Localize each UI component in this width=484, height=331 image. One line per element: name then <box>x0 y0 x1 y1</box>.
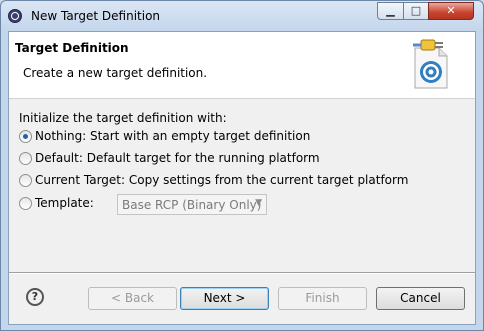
maximize-button[interactable]: □ <box>403 2 429 20</box>
back-button[interactable]: < Back <box>88 287 177 310</box>
button-bar-separator <box>9 272 475 274</box>
title-bar[interactable]: New Target Definition ▁ □ ✕ <box>1 1 483 31</box>
dialog-window: New Target Definition ▁ □ ✕ Target Defin… <box>0 0 484 331</box>
init-group-label: Initialize the target definition with: <box>19 111 227 125</box>
template-combo-value: Base RCP (Binary Only) <box>122 198 262 212</box>
radio-label[interactable]: Template: <box>35 196 94 210</box>
chevron-down-icon[interactable]: ▼ <box>255 198 262 208</box>
radio-label[interactable]: Default: Default target for the running … <box>35 151 320 165</box>
page-description: Create a new target definition. <box>23 66 208 80</box>
eclipse-app-icon <box>8 9 22 23</box>
radio-label[interactable]: Current Target: Copy settings from the c… <box>35 173 408 187</box>
radio-button[interactable] <box>19 197 32 210</box>
radio-nothing[interactable]: Nothing: Start with an empty target defi… <box>19 129 310 145</box>
radio-button[interactable] <box>19 174 32 187</box>
radio-template[interactable]: Template: <box>19 196 109 212</box>
radio-label[interactable]: Nothing: Start with an empty target defi… <box>35 129 310 143</box>
help-button[interactable]: ? <box>26 288 44 306</box>
finish-button[interactable]: Finish <box>278 287 367 310</box>
page-title: Target Definition <box>15 41 129 55</box>
dialog-client-area: Target Definition Create a new target de… <box>8 31 476 325</box>
minimize-button[interactable]: ▁ <box>377 2 404 20</box>
radio-default[interactable]: Default: Default target for the running … <box>19 151 320 167</box>
template-combo[interactable]: Base RCP (Binary Only) ▼ <box>117 194 267 215</box>
wizard-banner: Target Definition Create a new target de… <box>9 32 475 99</box>
radio-button[interactable] <box>19 152 32 165</box>
radio-current-target[interactable]: Current Target: Copy settings from the c… <box>19 173 408 189</box>
target-plugin-icon <box>413 39 448 89</box>
window-title: New Target Definition <box>31 9 161 23</box>
close-button[interactable]: ✕ <box>428 2 474 20</box>
radio-button[interactable] <box>19 130 32 143</box>
next-button[interactable]: Next > <box>180 287 269 310</box>
cancel-button[interactable]: Cancel <box>376 287 465 310</box>
